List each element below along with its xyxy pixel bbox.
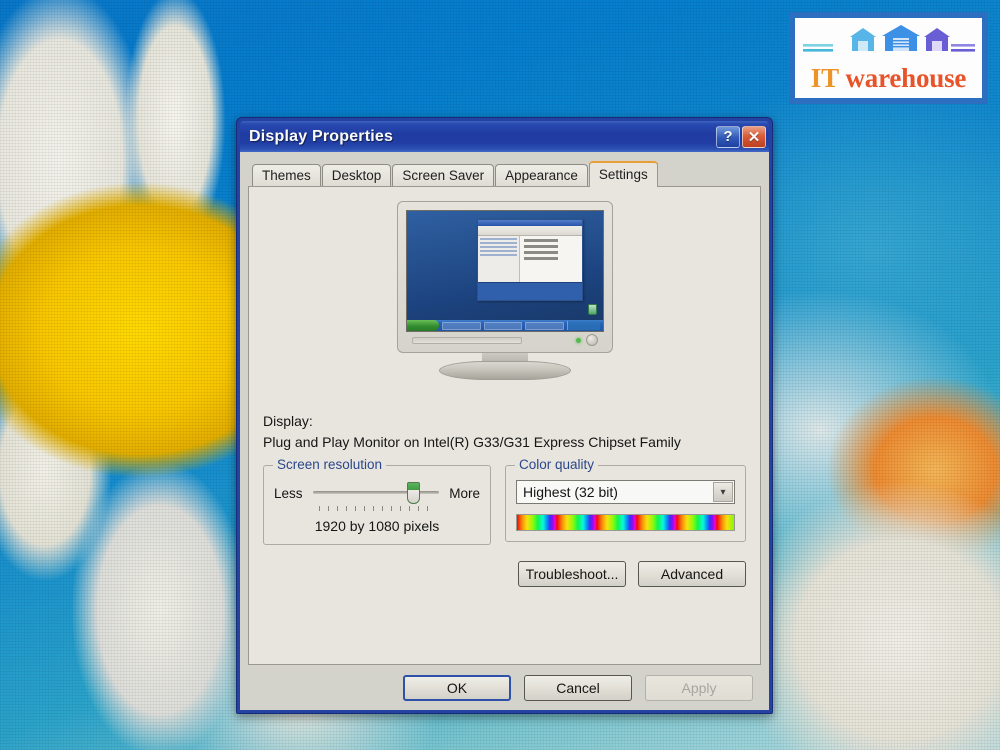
taskbar-task — [525, 321, 564, 330]
preview-list-row — [480, 238, 517, 241]
taskbar-task — [442, 321, 481, 330]
color-quality-group: Color quality Highest (32 bit) ▾ — [505, 457, 746, 542]
preview-window-toolbar — [478, 226, 582, 237]
preview-pane-item — [523, 251, 558, 255]
resolution-slider-row: Less More — [274, 480, 480, 511]
it-warehouse-logo: IT warehouse — [789, 12, 988, 104]
tab-appearance[interactable]: Appearance — [495, 164, 588, 186]
tab-themes[interactable]: Themes — [252, 164, 321, 186]
preview-window-pane — [519, 236, 582, 283]
display-adapter-value: Plug and Play Monitor on Intel(R) G33/G3… — [263, 434, 681, 450]
preview-pane-item — [523, 245, 558, 249]
preview-window-footer — [478, 282, 582, 300]
chevron-down-icon[interactable]: ▾ — [713, 482, 733, 502]
monitor-case — [396, 201, 613, 353]
slider-less-label: Less — [274, 485, 303, 501]
preview-list-row — [480, 246, 517, 249]
preview-taskbar — [406, 320, 603, 331]
warehouse-houses-icon — [802, 24, 975, 52]
tab-strip: Themes Desktop Screen Saver Appearance S… — [248, 160, 761, 187]
dialog-title: Display Properties — [249, 127, 394, 145]
display-info: Display: Plug and Play Monitor on Intel(… — [263, 411, 746, 453]
start-button-icon — [406, 320, 440, 331]
slider-thumb[interactable] — [407, 482, 421, 504]
dialog-titlebar[interactable]: Display Properties ? ✕ — [240, 121, 769, 152]
monitor-base — [438, 361, 571, 380]
tab-desktop[interactable]: Desktop — [321, 164, 392, 186]
taskbar-task — [483, 321, 523, 330]
preview-pane-item — [523, 239, 558, 243]
system-tray — [566, 321, 600, 330]
desktop-wallpaper: IT warehouse Display Properties ? ✕ Them… — [0, 0, 1000, 750]
display-properties-dialog: Display Properties ? ✕ Themes Desktop Sc… — [236, 117, 773, 714]
monitor-bezel — [406, 332, 604, 348]
close-icon[interactable]: ✕ — [742, 125, 766, 148]
crt-monitor-illustration — [396, 201, 613, 380]
help-icon[interactable]: ? — [716, 125, 740, 148]
apply-button: Apply — [645, 675, 753, 701]
display-label: Display: — [263, 413, 313, 429]
dialog-body: Themes Desktop Screen Saver Appearance S… — [240, 152, 769, 710]
slider-more-label: More — [449, 485, 480, 501]
color-quality-selected-value: Highest (32 bit) — [523, 484, 618, 500]
preview-list-row — [480, 242, 517, 245]
preview-list-row — [480, 254, 517, 257]
preview-list-row — [480, 250, 517, 253]
logo-inner-panel: IT warehouse — [795, 18, 982, 98]
logo-word-it: IT — [810, 62, 839, 93]
ok-button[interactable]: OK — [403, 675, 511, 701]
settings-tab-page: Display: Plug and Play Monitor on Intel(… — [248, 186, 761, 665]
resolution-value-label: 1920 by 1080 pixels — [314, 518, 440, 534]
monitor-neck — [481, 353, 528, 361]
monitor-control-slot — [411, 336, 522, 344]
recycle-bin-icon — [587, 304, 597, 315]
tab-settings[interactable]: Settings — [588, 161, 658, 187]
troubleshoot-button[interactable]: Troubleshoot... — [518, 561, 626, 587]
slider-ticks — [318, 506, 434, 511]
color-spectrum-strip — [516, 514, 735, 531]
resolution-slider[interactable] — [311, 480, 442, 511]
preview-pane-item — [523, 257, 558, 261]
tab-screen-saver[interactable]: Screen Saver — [392, 164, 495, 186]
slider-track — [312, 491, 440, 494]
screen-resolution-group-title: Screen resolution — [273, 457, 387, 472]
dialog-button-row: OK Cancel Apply — [248, 665, 761, 701]
logo-wordmark: IT warehouse — [810, 62, 967, 93]
preview-sample-window — [477, 219, 583, 301]
settings-groups: Screen resolution Less More 1920 by 1080… — [263, 457, 746, 545]
color-quality-dropdown[interactable]: Highest (32 bit) ▾ — [516, 480, 735, 504]
secondary-button-row: Troubleshoot... Advanced — [263, 561, 746, 587]
screen-resolution-group: Screen resolution Less More 1920 by 1080… — [263, 457, 491, 545]
monitor-preview — [263, 197, 746, 405]
power-led-icon — [575, 337, 581, 343]
logo-word-warehouse: warehouse — [845, 62, 967, 93]
cancel-button[interactable]: Cancel — [524, 675, 632, 701]
color-quality-group-title: Color quality — [515, 457, 599, 472]
monitor-screen[interactable] — [405, 210, 604, 332]
preview-window-list — [478, 236, 520, 283]
advanced-button[interactable]: Advanced — [638, 561, 746, 587]
preview-window-body — [478, 236, 582, 283]
power-button-icon — [585, 334, 598, 346]
